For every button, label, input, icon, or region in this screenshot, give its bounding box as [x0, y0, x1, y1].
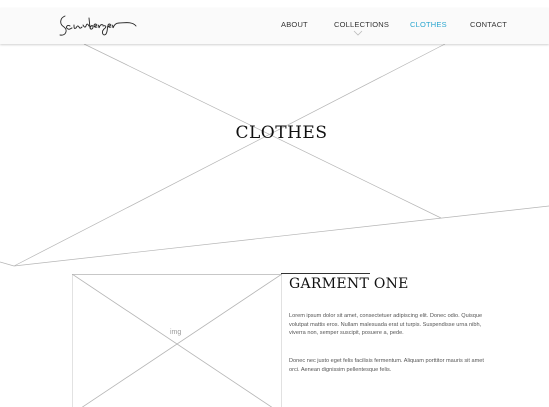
nav-about[interactable]: ABOUT	[281, 20, 308, 29]
product-title: GARMENT ONE	[289, 276, 409, 292]
image-placeholder-label: img	[170, 329, 182, 336]
nav-contact[interactable]: CONTACT	[470, 20, 507, 29]
chevron-down-icon[interactable]	[353, 30, 363, 36]
page-title: CLOTHES	[235, 123, 328, 143]
product-description: Donec nec justo eget felis facilisis fer…	[289, 358, 484, 373]
product-image-placeholder	[72, 274, 282, 407]
main-nav: ABOUT COLLECTIONS CLOTHES CONTACT	[0, 20, 549, 40]
page: ABOUT COLLECTIONS CLOTHES CONTACT CLOTHE…	[0, 0, 549, 407]
nav-clothes[interactable]: CLOTHES	[410, 20, 447, 29]
nav-collections[interactable]: COLLECTIONS	[334, 20, 389, 29]
product-description: Lorem ipsum dolor sit amet, consectetuer…	[289, 313, 483, 337]
header-bar: ABOUT COLLECTIONS CLOTHES CONTACT	[0, 8, 549, 44]
title-divider	[281, 273, 370, 274]
